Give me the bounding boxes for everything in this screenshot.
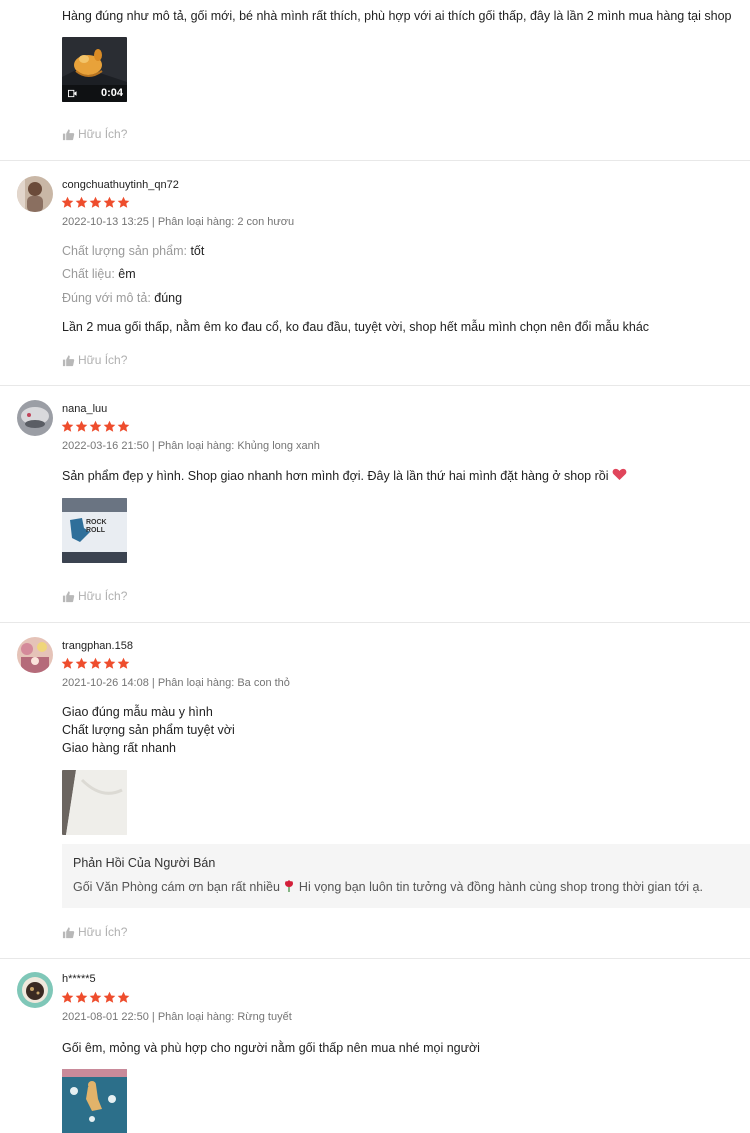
video-camera-icon	[68, 89, 77, 98]
star-icon	[75, 991, 88, 1003]
star-icon	[75, 420, 88, 432]
star-icon	[75, 196, 88, 208]
review-text: Gối êm, mỏng và phù hợp cho người nằm gố…	[62, 1041, 480, 1055]
thumbs-up-icon	[62, 128, 75, 140]
avatar-image	[17, 972, 53, 1008]
review-image-thumbnail[interactable]	[62, 770, 127, 835]
review-meta: 2022-10-13 13:25 | Phân loại hàng: 2 con…	[62, 216, 295, 228]
star-icon	[117, 196, 130, 208]
attribute-description-match: Đúng với mô tả: đúng	[62, 291, 183, 305]
star-icon	[61, 196, 74, 208]
star-icon	[89, 420, 102, 432]
thumbs-up-icon	[62, 354, 75, 366]
review-item: Hàng đúng như mô tả, gối mới, bé nhà mìn…	[0, 0, 750, 161]
review-video-thumbnail[interactable]: 0:04	[62, 37, 127, 102]
star-icon	[61, 420, 74, 432]
review-text: Giao đúng mẫu màu y hình Chất lượng sản …	[62, 705, 235, 755]
review-meta: 2021-08-01 22:50 | Phân loại hàng: Rừng …	[62, 1011, 292, 1023]
helpful-label: Hữu Ích?	[78, 589, 128, 603]
avatar[interactable]	[17, 400, 53, 436]
review-text: Hàng đúng như mô tả, gối mới, bé nhà mìn…	[62, 9, 732, 23]
review-text: Sản phẩm đẹp y hình. Shop giao nhanh hơn…	[62, 467, 627, 485]
avatar-image	[17, 176, 53, 212]
star-icon	[103, 196, 116, 208]
star-icon	[89, 196, 102, 208]
rating-stars	[61, 420, 130, 434]
review-image-thumbnail[interactable]: ROCK ROLL	[62, 498, 127, 563]
rating-stars	[61, 196, 130, 210]
helpful-button[interactable]: Hữu Ích?	[62, 127, 127, 141]
star-icon	[117, 420, 130, 432]
star-icon	[117, 991, 130, 1003]
helpful-label: Hữu Ích?	[78, 925, 128, 939]
rating-stars	[61, 991, 130, 1005]
review-text: Lần 2 mua gối thấp, nằm êm ko đau cổ, ko…	[62, 320, 650, 334]
review-item: nana_luu 2022-03-16 21:50 | Phân loại hà…	[0, 386, 750, 623]
seller-reply-text: Gối Văn Phòng cám ơn bạn rất nhiều Hi vọ…	[73, 880, 703, 894]
helpful-button[interactable]: Hữu Ích?	[62, 353, 127, 367]
star-icon	[89, 657, 102, 669]
star-icon	[103, 420, 116, 432]
product-photo: ROCK ROLL	[62, 498, 127, 563]
avatar-image	[17, 400, 53, 436]
attribute-material: Chất liệu: êm	[62, 267, 136, 281]
review-meta: 2022-03-16 21:50 | Phân loại hàng: Khủng…	[62, 440, 320, 452]
avatar[interactable]	[17, 637, 53, 673]
star-icon	[117, 657, 130, 669]
reviewer-name: congchuathuytinh_qn72	[62, 179, 179, 191]
avatar[interactable]	[17, 972, 53, 1008]
star-icon	[61, 991, 74, 1003]
seller-reply-title: Phản Hồi Của Người Bán	[73, 856, 216, 870]
review-image-thumbnail[interactable]	[62, 1069, 127, 1133]
seller-reply: Phản Hồi Của Người Bán Gối Văn Phòng cám…	[62, 844, 750, 908]
attribute-quality: Chất lượng sản phẩm: tốt	[62, 244, 205, 258]
review-item: congchuathuytinh_qn72 2022-10-13 13:25 |…	[0, 161, 750, 386]
review-meta: 2021-10-26 14:08 | Phân loại hàng: Ba co…	[62, 677, 290, 689]
reviewer-name: trangphan.158	[62, 640, 133, 652]
rating-stars	[61, 657, 130, 671]
star-icon	[103, 657, 116, 669]
product-photo	[62, 1069, 127, 1133]
video-duration: 0:04	[100, 87, 123, 99]
thumbs-up-icon	[62, 590, 75, 602]
star-icon	[61, 657, 74, 669]
avatar-image	[17, 637, 53, 673]
star-icon	[75, 657, 88, 669]
product-photo	[62, 770, 127, 835]
helpful-label: Hữu Ích?	[78, 353, 128, 367]
reviewer-name: h*****5	[62, 973, 96, 985]
review-item: trangphan.158 2021-10-26 14:08 | Phân lo…	[0, 623, 750, 959]
helpful-button[interactable]: Hữu Ích?	[62, 589, 127, 603]
thumbs-up-icon	[62, 926, 75, 938]
star-icon	[103, 991, 116, 1003]
review-item: h*****5 2021-08-01 22:50 | Phân loại hàn…	[0, 959, 750, 1133]
video-badge: 0:04	[62, 85, 127, 102]
reviewer-name: nana_luu	[62, 403, 108, 415]
helpful-button[interactable]: Hữu Ích?	[62, 925, 127, 939]
helpful-label: Hữu Ích?	[78, 127, 128, 141]
avatar[interactable]	[17, 176, 53, 212]
photo-print-text: ROCK ROLL	[86, 519, 107, 534]
heart-icon	[612, 468, 627, 480]
rose-icon	[285, 880, 294, 892]
star-icon	[89, 991, 102, 1003]
photo-print-text-line: ROLL	[86, 527, 106, 534]
